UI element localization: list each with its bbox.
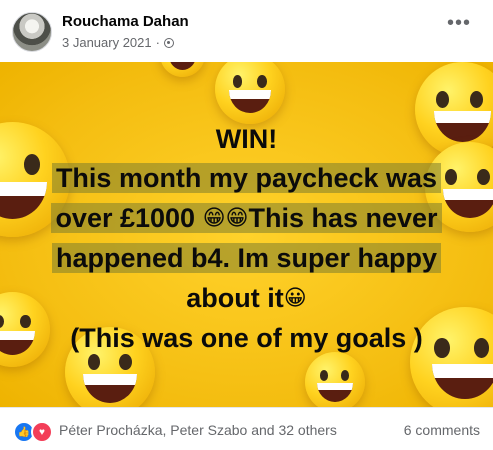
image-text-line: happened b4. Im super happy [0, 238, 493, 278]
author-name[interactable]: Rouchama Dahan [62, 13, 189, 30]
image-text-line: WIN! [215, 124, 278, 154]
image-text-segment: happened b4. Im super happy [51, 243, 442, 273]
image-text-line: over £1000 😁😁This has never [0, 198, 493, 238]
more-options-button[interactable]: ••• [447, 13, 471, 33]
smiling-emoji-icon: 😀 [283, 285, 307, 310]
image-text-line: This month my paycheck was [0, 158, 493, 198]
post-image-text: WIN! This month my paycheck was over £10… [0, 122, 493, 358]
image-text-segment: about it [186, 283, 284, 313]
reaction-icons[interactable]: 👍 ♥ [13, 421, 53, 443]
laughing-emoji-icon [305, 352, 365, 407]
avatar[interactable] [12, 12, 52, 52]
post-meta: 3 January 2021 · [62, 35, 174, 50]
grinning-emoji-icon: 😁 [225, 205, 249, 230]
grinning-emoji-icon: 😁 [202, 205, 226, 230]
post-header: Rouchama Dahan 3 January 2021 · ••• [0, 0, 493, 62]
meta-separator: · [155, 35, 160, 50]
love-icon: ♥ [31, 421, 53, 443]
reactors-link[interactable]: Péter Procházka, Peter Szabo and 32 othe… [59, 422, 337, 438]
post-date[interactable]: 3 January 2021 [62, 35, 152, 50]
reactions-bar: 👍 ♥ Péter Procházka, Peter Szabo and 32 … [0, 407, 493, 450]
globe-icon[interactable] [163, 37, 174, 48]
image-text-segment: over £1000 😁😁This has never [51, 203, 442, 233]
comments-count-link[interactable]: 6 comments [404, 422, 480, 438]
image-text-segment: This month my paycheck was [51, 163, 442, 193]
laughing-emoji-icon [215, 62, 285, 124]
image-text-line: (This was one of my goals ) [70, 323, 423, 353]
image-text-segment: over £1000 [55, 203, 196, 233]
laughing-emoji-icon [160, 62, 205, 77]
image-text-line: about it😀 [0, 278, 493, 318]
image-text-segment: This has never [248, 203, 438, 233]
